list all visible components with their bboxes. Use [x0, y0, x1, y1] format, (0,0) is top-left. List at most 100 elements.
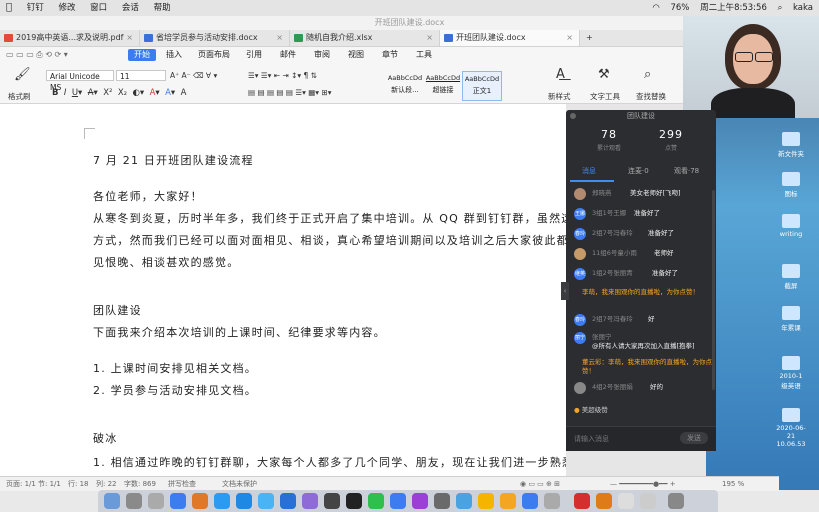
- menu-chapter[interactable]: 章节: [382, 47, 398, 63]
- app-icon[interactable]: [640, 493, 656, 509]
- app-icon[interactable]: [412, 493, 428, 509]
- menu-help[interactable]: 帮助: [154, 0, 171, 16]
- menu-review[interactable]: 审阅: [314, 47, 330, 63]
- status-spell[interactable]: 拼写检查: [168, 477, 196, 491]
- chrome-icon[interactable]: [170, 493, 186, 509]
- app-icon[interactable]: [434, 493, 450, 509]
- font-family-select[interactable]: Arial Unicode MS: [46, 70, 114, 92]
- close-icon[interactable]: ×: [426, 30, 433, 46]
- desktop-icon[interactable]: 新文件夹: [776, 132, 806, 158]
- chat-scrollbar[interactable]: [712, 190, 715, 390]
- text-tools-label[interactable]: 文字工具: [590, 91, 620, 102]
- menu-dingtalk[interactable]: 钉钉: [27, 0, 44, 16]
- menu-references[interactable]: 引用: [246, 47, 262, 63]
- app-icon[interactable]: [618, 493, 634, 509]
- tab-pdf[interactable]: 2019高中英语...求及说明.pdf ×: [0, 30, 140, 46]
- desktop-icon[interactable]: 年累课: [776, 306, 806, 332]
- app-icon[interactable]: [522, 493, 538, 509]
- format-painter-icon[interactable]: 🖌: [14, 67, 31, 82]
- system-preferences-icon[interactable]: [148, 493, 164, 509]
- tab-mic[interactable]: 连麦·0: [628, 166, 649, 176]
- close-icon[interactable]: ×: [276, 30, 283, 46]
- send-button[interactable]: 发送: [680, 432, 708, 444]
- new-style-icon[interactable]: A͟: [556, 67, 565, 82]
- app-icon[interactable]: [544, 493, 560, 509]
- app-icon[interactable]: [302, 493, 318, 509]
- find-replace-label[interactable]: 查找替换: [636, 91, 666, 102]
- desktop-icon[interactable]: 图标: [776, 172, 806, 198]
- dingtalk-icon[interactable]: [236, 493, 252, 509]
- status-words[interactable]: 字数: 869: [124, 477, 156, 491]
- doc-heading[interactable]: 团队建设: [93, 302, 142, 318]
- style-body-1[interactable]: AaBbCcDd 正文1: [462, 71, 502, 101]
- tab-docx-activities[interactable]: 省培学员参与活动安排.docx ×: [140, 30, 290, 46]
- doc-title[interactable]: 7 月 21 日开班团队建设流程: [93, 152, 254, 168]
- app-icon[interactable]: [596, 493, 612, 509]
- menu-tools[interactable]: 工具: [416, 47, 432, 63]
- doc-paragraph[interactable]: 各位老师，大家好！: [93, 188, 203, 204]
- zoom-slider[interactable]: — ━━━━━━━━●━━ +: [610, 477, 676, 491]
- app-icon[interactable]: [456, 493, 472, 509]
- menu-page-layout[interactable]: 页面布局: [198, 47, 230, 63]
- qq-icon[interactable]: [346, 493, 362, 509]
- chat-input[interactable]: 请输入消息: [574, 434, 609, 444]
- doc-list-item[interactable]: 2. 学员参与活动安排见文档。: [93, 382, 257, 398]
- doc-paragraph[interactable]: 下面我来介绍本次培训的上课时间、纪律要求等内容。: [93, 324, 386, 340]
- desktop-icon[interactable]: 2020-06-21 10.06.53: [776, 408, 806, 448]
- app-icon[interactable]: [500, 493, 516, 509]
- wps-writer-icon[interactable]: [574, 493, 590, 509]
- tab-messages[interactable]: 消息: [582, 166, 596, 176]
- firefox-icon[interactable]: [192, 493, 208, 509]
- app-icon[interactable]: [324, 493, 340, 509]
- wifi-icon[interactable]: ◠: [652, 3, 659, 13]
- font-size-controls[interactable]: A⁺ A⁻ ⌫ ꓯ ▾: [170, 71, 217, 80]
- doc-list-item[interactable]: 1. 相信通过昨晚的钉钉群聊，大家每个人都多了几个同学、朋友，现在让我们进一步熟…: [93, 454, 611, 470]
- status-protect[interactable]: 文档未保护: [222, 477, 257, 491]
- menu-edit[interactable]: 修改: [58, 0, 75, 16]
- new-style-label[interactable]: 新样式: [548, 91, 571, 102]
- trash-icon[interactable]: [668, 493, 684, 509]
- quick-access-icons[interactable]: ▭ ▭ ▭ ⎙ ⟲ ⟳ ▾: [6, 47, 68, 63]
- app-icon[interactable]: [478, 493, 494, 509]
- menu-view[interactable]: 视图: [348, 47, 364, 63]
- app-icon[interactable]: [258, 493, 274, 509]
- list-buttons[interactable]: ☰▾ ☰▾ ⇤ ⇥ ↕▾ ¶ ⇅: [248, 71, 317, 80]
- document-page[interactable]: 7 月 21 日开班团队建设流程 各位老师，大家好！ 从寒冬到炎夏，历时半年多，…: [0, 104, 610, 476]
- tab-docx-active[interactable]: 开班团队建设.docx ×: [440, 30, 580, 46]
- menu-window[interactable]: 窗口: [90, 0, 107, 16]
- tab-xlsx[interactable]: 随机自我介绍.xlsx ×: [290, 30, 440, 46]
- desktop-icon[interactable]: writing: [776, 214, 806, 238]
- style-hyperlink[interactable]: AaBbCcDd 超链接: [424, 71, 462, 99]
- menu-home[interactable]: 开始: [128, 49, 156, 61]
- datetime[interactable]: 周二上午8:53:56: [700, 3, 767, 13]
- close-icon[interactable]: ×: [566, 30, 573, 46]
- search-icon[interactable]: ⌕: [778, 3, 783, 13]
- close-icon[interactable]: [570, 113, 576, 119]
- launchpad-icon[interactable]: [126, 493, 142, 509]
- battery-percent[interactable]: 76%: [670, 3, 689, 13]
- find-replace-icon[interactable]: ⌕: [644, 67, 651, 82]
- collapse-panel-button[interactable]: ‹: [561, 282, 569, 300]
- wechat-icon[interactable]: [368, 493, 384, 509]
- user-name[interactable]: kaka: [793, 3, 813, 13]
- font-style-buttons[interactable]: B I U▾ A▾ X² X₂ ◐▾ A▾ A▾ A: [52, 88, 186, 98]
- safari-icon[interactable]: [214, 493, 230, 509]
- doc-paragraph[interactable]: 见恨晚、相谈甚欢的感觉。: [93, 254, 239, 270]
- doc-paragraph[interactable]: 方式，然而我们已经可以面对面相见、相谈，真心希望培训期间以及培训之后大家彼此都: [93, 232, 569, 248]
- app-icon[interactable]: [280, 493, 296, 509]
- doc-paragraph[interactable]: 从寒冬到炎夏，历时半年多，我们终于正式开启了集中培训。从 QQ 群到钉钉群，虽然…: [93, 210, 574, 226]
- doc-heading[interactable]: 破冰: [93, 430, 117, 446]
- zoom-level[interactable]: 195 %: [722, 477, 744, 491]
- finder-icon[interactable]: [104, 493, 120, 509]
- app-icon[interactable]: [390, 493, 406, 509]
- text-tools-icon[interactable]: ⚒: [598, 67, 610, 82]
- style-default[interactable]: AaBbCcDd 新认段...: [386, 71, 424, 99]
- menu-session[interactable]: 会话: [122, 0, 139, 16]
- tab-viewers[interactable]: 观看·78: [674, 166, 699, 176]
- view-mode-icons[interactable]: ◉ ▭ ▭ ⊕ ⊞: [520, 477, 560, 491]
- desktop-icon[interactable]: 截屏: [776, 264, 806, 290]
- format-painter-label[interactable]: 格式刷: [8, 91, 31, 102]
- apple-icon[interactable]: : [6, 0, 12, 16]
- new-tab-button[interactable]: +: [582, 30, 602, 46]
- close-icon[interactable]: ×: [126, 30, 133, 46]
